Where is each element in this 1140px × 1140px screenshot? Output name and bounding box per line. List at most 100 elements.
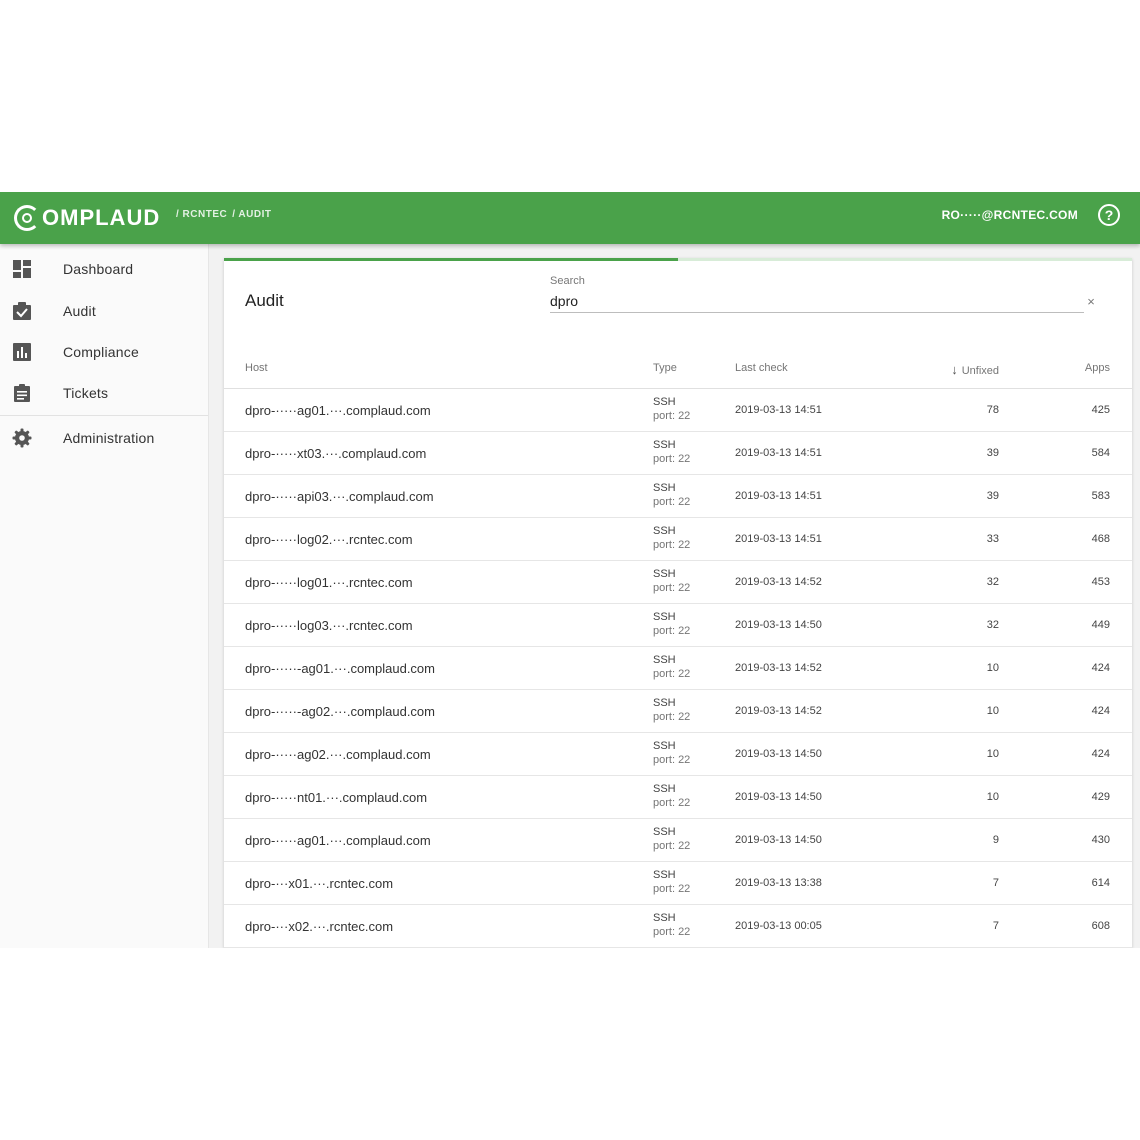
connection-type: SSH [653,869,676,881]
connection-type: SSH [653,654,676,666]
table-row[interactable]: dpro-·····log02.···.rcntec.com SSH port: 2… [224,518,1132,561]
sidebar-item-tickets[interactable]: Tickets [0,372,208,413]
last-check-cell: 2019-03-13 14:51 [735,404,822,416]
table-row[interactable]: dpro-·····-ag01.···.complaud.com SSH port:… [224,647,1132,690]
sidebar-item-dashboard[interactable]: Dashboard [0,248,208,289]
last-check-cell: 2019-03-13 14:51 [735,490,822,502]
last-check-cell: 2019-03-13 14:51 [735,447,822,459]
table-row[interactable]: dpro-·····ag02.···.complaud.com SSH port: … [224,733,1132,776]
last-check-cell: 2019-03-13 14:51 [735,533,822,545]
connection-port: port: 22 [653,883,691,895]
unfixed-cell: 39 [986,490,999,502]
connection-type: SSH [653,611,676,623]
table-row[interactable]: dpro-·····log03.···.rcntec.com SSH port: 2… [224,604,1132,647]
connection-port: port: 22 [653,453,691,465]
apps-cell: 608 [1091,920,1110,932]
connection-port: port: 22 [653,797,691,809]
column-type[interactable]: Type [653,362,677,374]
host-cell[interactable]: dpro-···x01.···.rcntec.com [245,876,393,891]
apps-cell: 453 [1091,576,1110,588]
apps-cell: 449 [1091,619,1110,631]
host-cell[interactable]: dpro-·····log03.···.rcntec.com [245,618,413,633]
type-cell: SSH port: 22 [653,524,690,552]
table-row[interactable]: dpro-···x01.···.rcntec.com SSH port: 22 201… [224,862,1132,905]
connection-type: SSH [653,439,676,451]
column-unfixed-label: Unfixed [961,365,999,377]
table-row[interactable]: dpro-·····log01.···.rcntec.com SSH port: 2… [224,561,1132,604]
apps-cell: 468 [1091,533,1110,545]
connection-port: port: 22 [653,754,691,766]
column-unfixed[interactable]: ↓ Unfixed [951,362,999,377]
connection-port: port: 22 [653,668,691,680]
connection-port: port: 22 [653,840,691,852]
table-row[interactable]: dpro-·····-ag02.···.complaud.com SSH port:… [224,690,1132,733]
apps-cell: 424 [1091,748,1110,760]
type-cell: SSH port: 22 [653,782,690,810]
host-cell[interactable]: dpro-·····log02.···.rcntec.com [245,532,413,547]
logo-c-icon [14,205,40,231]
apps-cell: 584 [1091,447,1110,459]
unfixed-cell: 10 [986,705,999,717]
sidebar-divider [0,415,208,416]
last-check-cell: 2019-03-13 13:38 [735,877,822,889]
dashboard-icon [13,259,31,278]
connection-port: port: 22 [653,625,691,637]
host-cell[interactable]: dpro-·····xt03.···.complaud.com [245,446,426,461]
bar-chart-icon [13,342,31,361]
last-check-cell: 2019-03-13 00:05 [735,920,822,932]
unfixed-cell: 10 [986,662,999,674]
top-bar: OMPLAUD / RCNTEC / AUDIT RO·····@RCNTEC.… [0,192,1140,244]
sidebar-item-label: Audit [63,302,96,319]
type-cell: SSH port: 22 [653,868,690,896]
connection-type: SSH [653,396,676,408]
connection-type: SSH [653,697,676,709]
unfixed-cell: 10 [986,748,999,760]
column-last-check[interactable]: Last check [735,362,788,374]
table-row[interactable]: dpro-·····nt01.···.complaud.com SSH port: … [224,776,1132,819]
sidebar-item-label: Dashboard [63,260,134,277]
sidebar-item-administration[interactable]: Administration [0,417,208,458]
table-row[interactable]: dpro-·····xt03.···.complaud.com SSH port: … [224,432,1132,475]
unfixed-cell: 78 [986,404,999,416]
host-cell[interactable]: dpro-·····-ag02.···.complaud.com [245,704,435,719]
tickets-icon [14,383,30,402]
help-icon[interactable]: ? [1098,204,1120,226]
complaud-logo[interactable]: OMPLAUD [14,200,160,236]
connection-port: port: 22 [653,539,691,551]
search-input[interactable] [550,290,1084,313]
connection-port: port: 22 [653,582,691,594]
sidebar-item-audit[interactable]: Audit [0,290,208,331]
connection-port: port: 22 [653,410,691,422]
sidebar-item-compliance[interactable]: Compliance [0,331,208,372]
breadcrumb-rcntec[interactable]: / RCNTEC [176,209,227,220]
apps-cell: 429 [1091,791,1110,803]
breadcrumb-audit[interactable]: / AUDIT [232,209,271,220]
connection-port: port: 22 [653,711,691,723]
table-row[interactable]: dpro-·····api03.···.complaud.com SSH port:… [224,475,1132,518]
connection-type: SSH [653,783,676,795]
host-cell[interactable]: dpro-·····api03.···.complaud.com [245,489,434,504]
host-cell[interactable]: dpro-·····log01.···.rcntec.com [245,575,413,590]
host-cell[interactable]: dpro-·····ag02.···.complaud.com [245,747,431,762]
table-header: Host Type Last check ↓ Unfixed Apps [224,350,1132,389]
connection-type: SSH [653,568,676,580]
host-cell[interactable]: dpro-·····ag01.···.complaud.com [245,833,431,848]
host-cell[interactable]: dpro-···x02.···.rcntec.com [245,919,393,934]
host-cell[interactable]: dpro-·····ag01.···.complaud.com [245,403,431,418]
apps-cell: 424 [1091,662,1110,674]
audit-clipboard-icon [13,301,31,320]
column-host[interactable]: Host [245,362,268,374]
clear-search-icon[interactable]: × [1084,294,1098,309]
user-account[interactable]: RO·····@RCNTEC.COM [942,208,1078,222]
table-row[interactable]: dpro-·····ag01.···.complaud.com SSH port: … [224,389,1132,432]
host-cell[interactable]: dpro-·····nt01.···.complaud.com [245,790,427,805]
table-row[interactable]: dpro-·····ag01.···.complaud.com SSH port: … [224,819,1132,862]
column-apps[interactable]: Apps [1085,362,1110,374]
breadcrumb: / RCNTEC / AUDIT [176,209,271,220]
search-label: Search [550,275,585,287]
table-row[interactable]: dpro-···x02.···.rcntec.com SSH port: 22 201… [224,905,1132,948]
type-cell: SSH port: 22 [653,739,690,767]
connection-type: SSH [653,826,676,838]
host-cell[interactable]: dpro-·····-ag01.···.complaud.com [245,661,435,676]
connection-port: port: 22 [653,926,691,938]
